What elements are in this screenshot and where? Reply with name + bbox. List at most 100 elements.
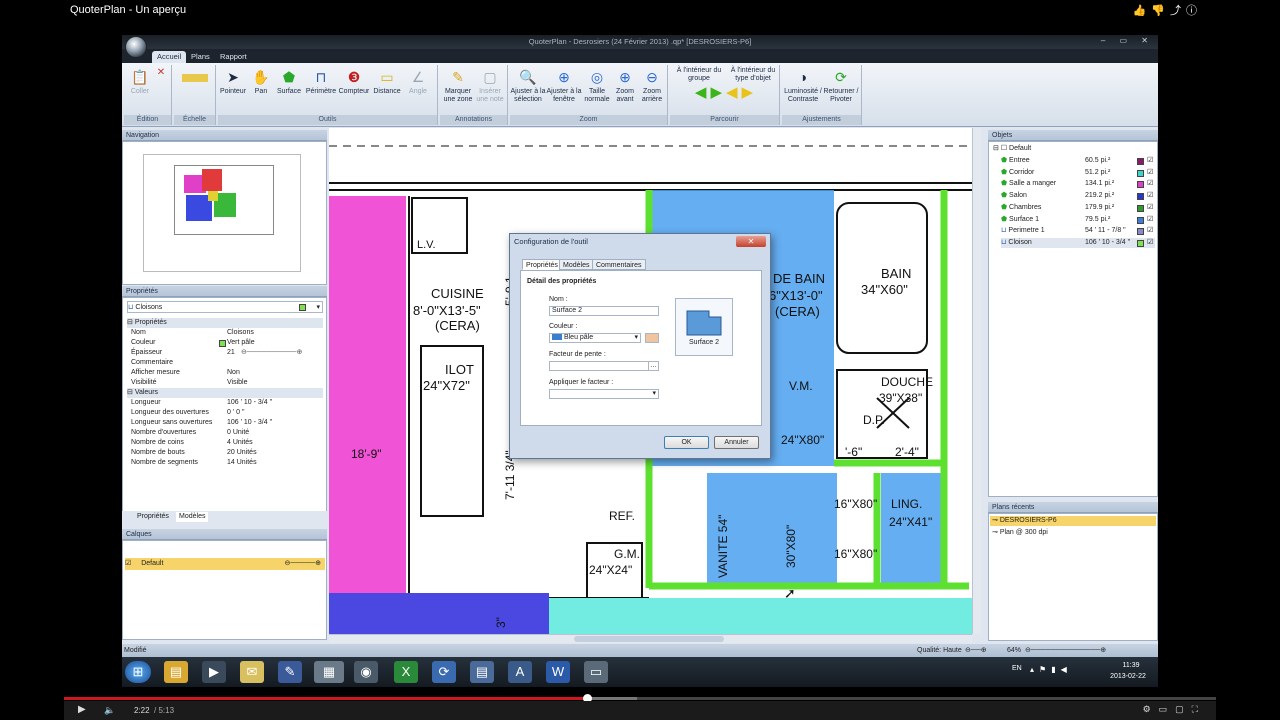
- section-proprietes[interactable]: ⊟ Propriétés: [127, 318, 323, 328]
- object-item[interactable]: ⬟ Corridor 51.2 pi.² ☑: [1001, 168, 1155, 178]
- object-item[interactable]: ⊔ Perimetre 1 54 ' 11 - 7/8 " ☑: [1001, 226, 1155, 236]
- quoterplan-task-icon[interactable]: ▦: [314, 661, 344, 683]
- rotate-button[interactable]: ⟳ Retourner / Pivoter: [822, 68, 860, 104]
- window-controls[interactable]: – ▭ ✕: [1101, 36, 1154, 45]
- object-item[interactable]: ⬟ Entree 60.5 pi.² ☑: [1001, 156, 1155, 166]
- start-orb-icon[interactable]: ⊞: [125, 661, 151, 683]
- object-visible-checkbox[interactable]: ☑: [1147, 215, 1153, 225]
- canvas-horizontal-scrollbar[interactable]: [329, 634, 972, 643]
- properties-selector[interactable]: ⊔ Cloisons ▾: [127, 301, 323, 313]
- excel-icon[interactable]: X: [394, 661, 418, 683]
- fit-window-button[interactable]: ⊕ Ajuster à la fenêtre: [546, 68, 582, 104]
- tab-plans[interactable]: Plans: [186, 51, 215, 63]
- recent-plan-2[interactable]: ⊸ Plan @ 300 dpi: [990, 528, 1156, 538]
- app-menu-orb-icon[interactable]: [125, 36, 147, 58]
- tool-pan-button[interactable]: ✋ Pan: [248, 68, 274, 96]
- color-picker-button[interactable]: [645, 333, 659, 343]
- hand-icon: ✋: [252, 69, 270, 85]
- word-icon[interactable]: W: [546, 661, 570, 683]
- object-visible-checkbox[interactable]: ☑: [1147, 179, 1153, 189]
- fit-selection-button[interactable]: 🔍 Ajuster à la sélection: [510, 68, 546, 104]
- layer-checkbox[interactable]: ☑: [125, 560, 131, 567]
- object-visible-checkbox[interactable]: ☑: [1147, 226, 1153, 236]
- object-visible-checkbox[interactable]: ☑: [1147, 191, 1153, 201]
- media-player-icon[interactable]: ▶: [202, 661, 226, 683]
- tool-compteur-button[interactable]: ❸ Compteur: [338, 68, 370, 96]
- property-value[interactable]: 21: [227, 348, 235, 358]
- tool-distance-button[interactable]: ▭ Distance: [370, 68, 404, 96]
- mail-icon[interactable]: ✉: [240, 661, 264, 683]
- scroll-thumb[interactable]: [574, 636, 724, 642]
- tab-accueil[interactable]: Accueil: [152, 51, 187, 63]
- tool-perimetre-button[interactable]: ⊓ Périmètre: [304, 68, 338, 96]
- object-visible-checkbox[interactable]: ☑: [1147, 203, 1153, 213]
- quality-slider[interactable]: ⊖──⊕: [965, 644, 987, 657]
- opacity-slider[interactable]: ⊖─────⊕: [284, 558, 321, 570]
- navigation-thumbnail[interactable]: [143, 154, 301, 272]
- dialog-close-button[interactable]: ✕: [736, 236, 766, 247]
- editor-icon[interactable]: ✎: [278, 661, 302, 683]
- text-tool-icon[interactable]: A: [508, 661, 532, 683]
- tool-angle-button[interactable]: ∠ Angle: [404, 68, 432, 96]
- normal-size-button[interactable]: ◎ Taille normale: [582, 68, 612, 104]
- brightness-button[interactable]: ◑ Luminosité / Contraste: [784, 68, 822, 104]
- objects-root[interactable]: ⊟ ☐ Default: [993, 144, 1031, 154]
- tab-models[interactable]: Modèles: [176, 512, 209, 522]
- volume-icon[interactable]: 🔈: [104, 705, 115, 716]
- paste-button[interactable]: 📋 Coller: [128, 68, 152, 96]
- browse-arrows-icon[interactable]: ◀▶◀▶: [674, 85, 778, 100]
- thickness-slider[interactable]: ⊖──────────⊕: [241, 348, 302, 358]
- language-indicator[interactable]: EN: [1012, 665, 1022, 672]
- delete-icon[interactable]: ✕: [154, 68, 168, 78]
- tab-properties[interactable]: Propriétés: [134, 512, 172, 522]
- dialog-tab-models[interactable]: Modèles: [559, 259, 594, 270]
- name-input[interactable]: Surface 2: [549, 306, 659, 316]
- screen-recorder-icon[interactable]: ▭: [584, 661, 608, 683]
- value-value: 4 Unités: [227, 439, 253, 446]
- layer-default[interactable]: ☑ Default ⊖─────⊕: [125, 558, 325, 570]
- value-key: Nombre de segments: [131, 459, 198, 466]
- apply-factor-select[interactable]: ▾: [549, 389, 659, 399]
- tool-pointeur-button[interactable]: ➤ Pointeur: [218, 68, 248, 96]
- recent-plan-1[interactable]: ⊸ DESROSIERS-P6: [990, 516, 1156, 526]
- zoom-out-button[interactable]: ⊖ Zoom arrière: [638, 68, 666, 104]
- property-value[interactable]: Cloisons: [227, 328, 254, 338]
- ok-button[interactable]: OK: [664, 436, 709, 449]
- property-value[interactable]: Non: [227, 368, 240, 378]
- ellipsis-button[interactable]: …: [648, 362, 658, 370]
- property-value[interactable]: Vert pâle: [227, 338, 255, 348]
- insert-note-button[interactable]: ▢ Insérer une note: [474, 68, 506, 104]
- sync-icon[interactable]: ⟳: [432, 661, 456, 683]
- dialog-tab-comments[interactable]: Commentaires: [592, 259, 646, 270]
- cancel-button[interactable]: Annuler: [714, 436, 759, 449]
- object-item[interactable]: ⬟ Salon 219.2 pi.² ☑: [1001, 191, 1155, 201]
- tool-surface-button[interactable]: ⬟ Surface: [274, 68, 304, 96]
- explorer-icon[interactable]: ▤: [164, 661, 188, 683]
- object-item[interactable]: ⬟ Chambres 179.9 pi.² ☑: [1001, 203, 1155, 213]
- object-item[interactable]: ⬟ Salle a manger 134.1 pi.² ☑: [1001, 179, 1155, 189]
- zoom-slider[interactable]: ⊖──────────────⊕: [1025, 644, 1106, 657]
- chrome-icon[interactable]: ◉: [354, 661, 378, 683]
- video-share-icons[interactable]: 👍👎⤴ⓘ: [1133, 2, 1202, 18]
- slope-input[interactable]: …: [549, 361, 659, 371]
- object-item[interactable]: ⬟ Surface 1 79.5 pi.² ☑: [1001, 215, 1155, 225]
- object-item[interactable]: ⊔ Cloison 106 ' 10 - 3/4 " ☑: [1001, 237, 1155, 248]
- player-settings-icons[interactable]: ⚙▭▢⛶: [1143, 704, 1206, 715]
- tray-icons[interactable]: ▴⚑▮◀: [1030, 665, 1072, 674]
- color-select[interactable]: Bleu pâle ▾: [549, 333, 641, 343]
- label-v16a: 16"X80": [834, 497, 877, 511]
- mark-zone-button[interactable]: ✎ Marquer une zone: [442, 68, 474, 104]
- object-visible-checkbox[interactable]: ☑: [1147, 238, 1153, 248]
- dialog-tab-properties[interactable]: Propriétés: [522, 259, 562, 270]
- object-visible-checkbox[interactable]: ☑: [1147, 168, 1153, 178]
- tab-rapport[interactable]: Rapport: [215, 51, 252, 63]
- docs-icon[interactable]: ▤: [470, 661, 494, 683]
- object-visible-checkbox[interactable]: ☑: [1147, 156, 1153, 166]
- zoom-in-button[interactable]: ⊕ Zoom avant: [612, 68, 638, 104]
- section-valeurs[interactable]: ⊟ Valeurs: [127, 388, 323, 398]
- scale-button[interactable]: [180, 68, 210, 84]
- property-value[interactable]: Visible: [227, 378, 248, 388]
- play-icon[interactable]: ▶: [78, 704, 86, 715]
- selected-color-swatch: [299, 304, 306, 311]
- canvas-vertical-scrollbar[interactable]: [972, 128, 981, 634]
